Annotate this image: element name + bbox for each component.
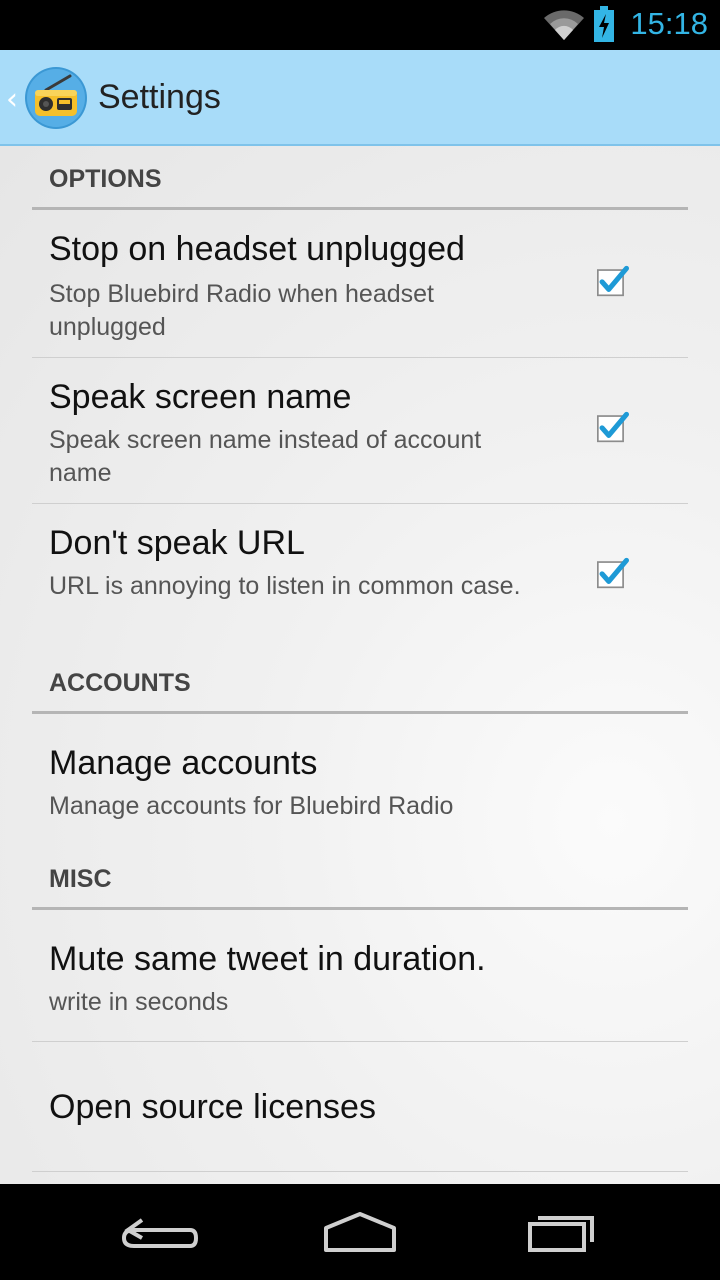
radio-app-icon[interactable] — [24, 66, 88, 130]
up-caret-icon[interactable]: ‹ — [6, 82, 18, 117]
pref-summary: Speak screen name instead of account nam… — [49, 426, 482, 487]
battery-charging-icon — [594, 6, 614, 42]
pref-mute-same-tweet[interactable]: Mute same tweet in duration. write in se… — [32, 910, 688, 1042]
wifi-icon — [544, 10, 584, 40]
back-icon[interactable] — [120, 1206, 200, 1258]
pref-summary: Manage accounts for Bluebird Radio — [49, 792, 454, 820]
settings-list: OPTIONS Stop on headset unplugged Stop B… — [0, 146, 720, 1184]
pref-summary: write in seconds — [49, 988, 229, 1016]
section-header-accounts: ACCOUNTS — [32, 666, 688, 714]
pref-title: Stop on headset unplugged — [49, 230, 465, 268]
navigation-bar — [0, 1184, 720, 1280]
checkbox-checked[interactable] — [596, 411, 630, 443]
checkbox-checked[interactable] — [596, 265, 630, 297]
pref-summary: URL is annoying to listen in common case… — [49, 572, 521, 600]
recents-icon[interactable] — [520, 1206, 600, 1258]
pref-summary: Stop Bluebird Radio when headset unplugg… — [49, 280, 434, 341]
clock-time: 15:18 — [630, 6, 708, 41]
pref-open-source-licenses[interactable]: Open source licenses — [32, 1042, 688, 1172]
pref-speak-screen-name[interactable]: Speak screen name Speak screen name inst… — [32, 358, 688, 504]
pref-dont-speak-url[interactable]: Don't speak URL URL is annoying to liste… — [32, 504, 688, 644]
page-title: Settings — [98, 78, 221, 116]
pref-title: Mute same tweet in duration. — [49, 940, 486, 978]
action-bar: ‹ Settings — [0, 50, 720, 146]
pref-title: Don't speak URL — [49, 524, 305, 562]
pref-title: Speak screen name — [49, 378, 352, 416]
home-icon[interactable] — [320, 1206, 400, 1258]
pref-title: Open source licenses — [49, 1088, 376, 1126]
section-header-options: OPTIONS — [32, 162, 688, 210]
section-header-misc: MISC — [32, 862, 688, 910]
checkbox-checked[interactable] — [596, 557, 630, 589]
pref-stop-on-headset-unplugged[interactable]: Stop on headset unplugged Stop Bluebird … — [32, 210, 688, 358]
pref-title: Manage accounts — [49, 744, 318, 782]
pref-manage-accounts[interactable]: Manage accounts Manage accounts for Blue… — [32, 714, 688, 838]
status-bar: 15:18 — [0, 0, 720, 50]
